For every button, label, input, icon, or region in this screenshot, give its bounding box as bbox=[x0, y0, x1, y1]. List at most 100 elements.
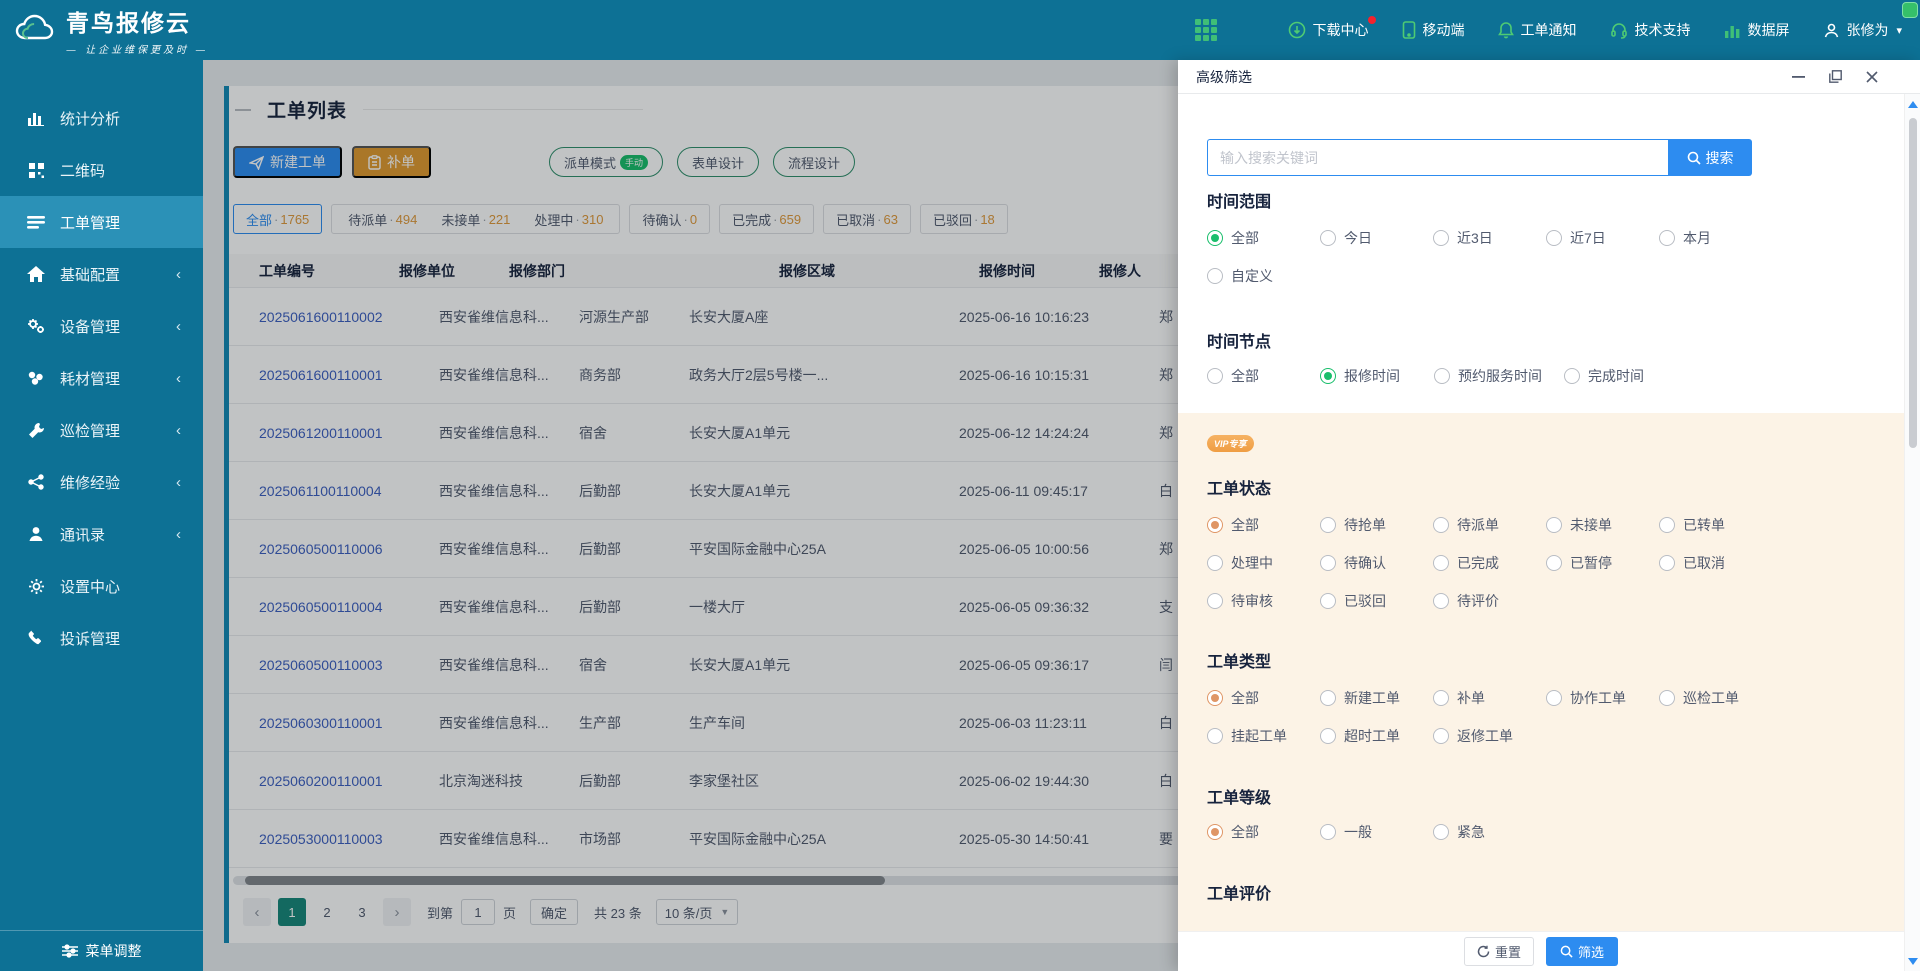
radio-option[interactable]: 本月 bbox=[1659, 228, 1772, 248]
radio-option[interactable]: 处理中 bbox=[1207, 553, 1320, 573]
radio-option[interactable]: 待抢单 bbox=[1320, 515, 1433, 535]
radio-option[interactable]: 挂起工单 bbox=[1207, 726, 1320, 746]
order-id-link[interactable]: 2025061200110001 bbox=[259, 425, 439, 441]
radio-option[interactable]: 自定义 bbox=[1207, 266, 1320, 286]
scroll-up-arrow[interactable] bbox=[1905, 96, 1920, 112]
search-input[interactable] bbox=[1207, 139, 1668, 176]
radio-option[interactable]: 待派单 bbox=[1433, 515, 1546, 535]
sidebar-item-base-config[interactable]: 基础配置 ‹ bbox=[0, 248, 203, 300]
radio-option[interactable]: 一般 bbox=[1320, 822, 1433, 842]
sidebar-item-statistics[interactable]: 统计分析 bbox=[0, 92, 203, 144]
time-node-options: 全部 报修时间 预约服务时间 完成时间 bbox=[1207, 366, 1684, 386]
sidebar-item-repair-experience[interactable]: 维修经验 ‹ bbox=[0, 456, 203, 508]
flow-design-button[interactable]: 流程设计 bbox=[773, 147, 855, 177]
minimize-icon[interactable] bbox=[1792, 70, 1805, 83]
page-number-button[interactable]: 1 bbox=[278, 898, 306, 926]
radio-option[interactable]: 全部 bbox=[1207, 366, 1320, 386]
radio-circle bbox=[1433, 824, 1449, 840]
page-size-select[interactable]: 10 条/页 ▼ bbox=[656, 899, 739, 925]
goto-page-input[interactable] bbox=[461, 899, 495, 925]
nav-data-screen[interactable]: 数据屏 bbox=[1724, 20, 1789, 40]
radio-option[interactable]: 待评价 bbox=[1433, 591, 1546, 611]
radio-option[interactable]: 今日 bbox=[1320, 228, 1433, 248]
panel-scrollbar[interactable] bbox=[1904, 94, 1920, 971]
page-number-button[interactable]: 3 bbox=[348, 898, 376, 926]
chevron-left-icon: ‹ bbox=[176, 318, 181, 335]
tab-all[interactable]: 全部1765 bbox=[233, 204, 322, 234]
order-id-link[interactable]: 2025060300110001 bbox=[259, 715, 439, 731]
menu-adjust-button[interactable]: 菜单调整 bbox=[0, 930, 203, 971]
status-tab[interactable]: 已取消63 bbox=[823, 204, 911, 234]
dispatch-mode-button[interactable]: 派单模式 手动 bbox=[549, 147, 663, 177]
radio-option[interactable]: 已驳回 bbox=[1320, 591, 1433, 611]
expand-icon[interactable] bbox=[1829, 70, 1842, 83]
order-id-link[interactable]: 2025061100110004 bbox=[259, 483, 439, 499]
user-menu[interactable]: 张修为 ▾ bbox=[1823, 20, 1902, 40]
radio-option[interactable]: 已暂停 bbox=[1546, 553, 1659, 573]
supplement-order-button[interactable]: 补单 bbox=[352, 146, 431, 178]
radio-option[interactable]: 近3日 bbox=[1433, 228, 1546, 248]
radio-option[interactable]: 待确认 bbox=[1320, 553, 1433, 573]
order-id-link[interactable]: 2025060500110003 bbox=[259, 657, 439, 673]
sidebar-item-contacts[interactable]: 通讯录 ‹ bbox=[0, 508, 203, 560]
create-order-button[interactable]: 新建工单 bbox=[233, 146, 342, 178]
order-id-link[interactable]: 2025061600110002 bbox=[259, 309, 439, 325]
radio-option[interactable]: 全部 bbox=[1207, 228, 1320, 248]
sidebar-item-inspection[interactable]: 巡检管理 ‹ bbox=[0, 404, 203, 456]
scroll-down-arrow[interactable] bbox=[1905, 953, 1920, 969]
status-tab[interactable]: 处理中310 bbox=[522, 210, 615, 229]
radio-option[interactable]: 新建工单 bbox=[1320, 688, 1433, 708]
status-tab[interactable]: 已完成659 bbox=[719, 204, 814, 234]
search-button[interactable]: 搜索 bbox=[1668, 139, 1752, 176]
prev-page-button[interactable]: ‹ bbox=[243, 898, 271, 926]
order-id-link[interactable]: 2025053000110003 bbox=[259, 831, 439, 847]
radio-option[interactable]: 紧急 bbox=[1433, 822, 1546, 842]
radio-option[interactable]: 近7日 bbox=[1546, 228, 1659, 248]
radio-option[interactable]: 已转单 bbox=[1659, 515, 1772, 535]
radio-option[interactable]: 全部 bbox=[1207, 515, 1320, 535]
status-tab[interactable]: 待确认0 bbox=[629, 204, 710, 234]
status-tab[interactable]: 待派单494 bbox=[336, 210, 429, 229]
order-id-link[interactable]: 2025060500110006 bbox=[259, 541, 439, 557]
radio-option[interactable]: 巡检工单 bbox=[1659, 688, 1772, 708]
radio-option[interactable]: 报修时间 bbox=[1320, 366, 1434, 386]
nav-mobile[interactable]: 移动端 bbox=[1402, 20, 1464, 40]
order-id-link[interactable]: 2025061600110001 bbox=[259, 367, 439, 383]
sidebar-item-settings[interactable]: 设置中心 bbox=[0, 560, 203, 612]
status-tab[interactable]: 未接单221 bbox=[429, 210, 522, 229]
apps-grid-icon[interactable] bbox=[1194, 18, 1218, 42]
nav-download-center[interactable]: 下载中心 bbox=[1288, 20, 1368, 40]
page-number-button[interactable]: 2 bbox=[313, 898, 341, 926]
reset-button[interactable]: 重置 bbox=[1464, 937, 1534, 966]
next-page-button[interactable]: › bbox=[383, 898, 411, 926]
radio-option[interactable]: 待审核 bbox=[1207, 591, 1320, 611]
sidebar-item-qrcode[interactable]: 二维码 bbox=[0, 144, 203, 196]
order-id-link[interactable]: 2025060200110001 bbox=[259, 773, 439, 789]
app-logo[interactable]: 青鸟报修云 — 让企业维保更及时 — bbox=[0, 4, 260, 56]
status-tab[interactable]: 已驳回18 bbox=[920, 204, 1008, 234]
form-design-button[interactable]: 表单设计 bbox=[677, 147, 759, 177]
confirm-page-button[interactable]: 确定 bbox=[530, 899, 578, 925]
horizontal-scrollbar-thumb[interactable] bbox=[245, 876, 885, 885]
sidebar-item-device-mgmt[interactable]: 设备管理 ‹ bbox=[0, 300, 203, 352]
panel-scrollbar-thumb[interactable] bbox=[1909, 118, 1917, 448]
radio-option[interactable]: 预约服务时间 bbox=[1434, 366, 1564, 386]
radio-option[interactable]: 超时工单 bbox=[1320, 726, 1433, 746]
filter-button[interactable]: 筛选 bbox=[1546, 937, 1618, 966]
close-icon[interactable] bbox=[1866, 71, 1878, 83]
radio-option[interactable]: 已取消 bbox=[1659, 553, 1772, 573]
radio-option[interactable]: 返修工单 bbox=[1433, 726, 1546, 746]
order-id-link[interactable]: 2025060500110004 bbox=[259, 599, 439, 615]
sidebar-item-complaints[interactable]: 投诉管理 bbox=[0, 612, 203, 664]
radio-option[interactable]: 协作工单 bbox=[1546, 688, 1659, 708]
sidebar-item-materials[interactable]: 耗材管理 ‹ bbox=[0, 352, 203, 404]
sidebar-item-work-orders[interactable]: 工单管理 bbox=[0, 196, 203, 248]
nav-order-notify[interactable]: 工单通知 bbox=[1498, 20, 1576, 40]
radio-option[interactable]: 全部 bbox=[1207, 822, 1320, 842]
radio-option[interactable]: 完成时间 bbox=[1564, 366, 1684, 386]
radio-option[interactable]: 已完成 bbox=[1433, 553, 1546, 573]
nav-tech-support[interactable]: 技术支持 bbox=[1610, 20, 1690, 40]
radio-option[interactable]: 未接单 bbox=[1546, 515, 1659, 535]
radio-option[interactable]: 补单 bbox=[1433, 688, 1546, 708]
radio-option[interactable]: 全部 bbox=[1207, 688, 1320, 708]
